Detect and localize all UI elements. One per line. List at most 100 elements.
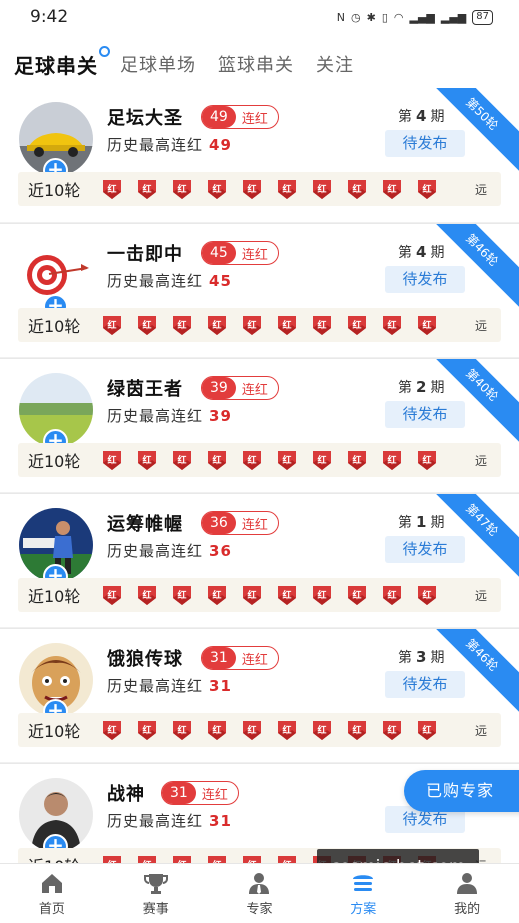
- streak-count: 31: [202, 647, 236, 669]
- expert-icon: [249, 872, 270, 894]
- red-result-badge: 红: [345, 313, 369, 337]
- expert-avatar[interactable]: +: [19, 508, 93, 589]
- nav-home[interactable]: 首页: [0, 864, 104, 923]
- expert-avatar[interactable]: +: [19, 102, 93, 183]
- red-result-badge: 红: [135, 853, 159, 863]
- bluetooth-icon: ✱: [366, 10, 376, 24]
- nav-label: 赛事: [142, 901, 169, 917]
- home-icon: [41, 873, 62, 893]
- expert-card[interactable]: + 运筹帷幄 36 连红 历史最高连红 36 第1期 待发布 第47轮 近10轮 …: [0, 493, 519, 627]
- nav-matches[interactable]: 赛事: [104, 864, 208, 923]
- streak-badge: 31 连红: [201, 646, 279, 670]
- expert-avatar[interactable]: +: [19, 778, 93, 859]
- expert-card[interactable]: + 饿狼传球 31 连红 历史最高连红 31 第3期 待发布 第46轮 近10轮 …: [0, 628, 519, 762]
- recent-results-bar: 近10轮 红红红红红红红红红红 远: [18, 308, 501, 342]
- tab-football-parlay[interactable]: 足球串关: [14, 45, 110, 79]
- red-result-badge: 红: [415, 448, 439, 472]
- expert-name: 绿茵王者: [107, 379, 183, 400]
- bought-experts-button[interactable]: 已购专家: [404, 770, 519, 812]
- red-result-badge: 红: [205, 583, 229, 607]
- red-result-badge: 红: [135, 448, 159, 472]
- period-number: 4: [416, 243, 427, 261]
- red-result-badge: 红: [415, 313, 439, 337]
- recent-badges: 红红红红红红红红红红: [100, 313, 439, 337]
- recent-badges: 红红红红红红红红红红: [100, 448, 439, 472]
- recent-label: 近10轮: [28, 317, 81, 336]
- period-number: 3: [416, 648, 427, 666]
- red-result-badge: 红: [240, 853, 264, 863]
- pending-publish-button[interactable]: 待发布: [385, 536, 465, 563]
- far-label: 远: [474, 723, 487, 738]
- tab-football-single[interactable]: 足球单场: [120, 51, 196, 77]
- history-max-value: 45: [209, 272, 232, 290]
- expert-name: 饿狼传球: [107, 649, 183, 670]
- tab-follow[interactable]: 关注: [316, 51, 354, 77]
- pending-publish-button[interactable]: 待发布: [385, 401, 465, 428]
- tab-basketball-parlay[interactable]: 篮球串关: [218, 51, 294, 77]
- streak-label: 连红: [201, 787, 228, 803]
- far-label: 远: [474, 318, 487, 333]
- red-result-badge: 红: [170, 448, 194, 472]
- streak-badge: 36 连红: [201, 511, 279, 535]
- expert-avatar[interactable]: +: [19, 238, 93, 319]
- tab-indicator-dot: [99, 45, 110, 57]
- signal-icon: ▂▄▆: [440, 10, 467, 24]
- expert-name: 足坛大圣: [107, 108, 183, 129]
- expert-card[interactable]: + 足坛大圣 49 连红 历史最高连红 49 第4期 待发布 第50轮 近10轮 …: [0, 88, 519, 222]
- trophy-icon: [143, 873, 168, 894]
- history-max: 历史最高连红 31: [107, 812, 232, 830]
- recent-label: 近10轮: [28, 587, 81, 606]
- signal-icon: ▂▄▆: [409, 10, 435, 24]
- expert-card[interactable]: + 一击即中 45 连红 历史最高连红 45 第4期 待发布 第46轮 近10轮 …: [0, 223, 519, 357]
- red-result-badge: 红: [415, 583, 439, 607]
- recent-label: 近10轮: [28, 181, 81, 200]
- red-result-badge: 红: [345, 177, 369, 201]
- red-result-badge: 红: [275, 313, 299, 337]
- battery-icon: 87: [472, 9, 493, 25]
- red-result-badge: 红: [170, 583, 194, 607]
- red-result-badge: 红: [205, 853, 229, 863]
- period-info: 第3期: [398, 648, 445, 666]
- history-max-value: 39: [209, 407, 232, 425]
- bottom-nav: 首页 赛事 专家 方案 我的: [0, 863, 519, 923]
- red-result-badge: 红: [380, 177, 404, 201]
- far-label: 远: [474, 182, 487, 197]
- red-result-badge: 红: [275, 853, 299, 863]
- recent-badges: 红红红红红红红红红红: [100, 177, 439, 201]
- expert-name: 一击即中: [107, 244, 183, 265]
- period-number: 1: [416, 513, 427, 531]
- red-result-badge: 红: [380, 448, 404, 472]
- expert-card[interactable]: + 绿茵王者 39 连红 历史最高连红 39 第2期 待发布 第40轮 近10轮 …: [0, 358, 519, 492]
- pending-publish-button[interactable]: 待发布: [385, 671, 465, 698]
- streak-badge: 39 连红: [201, 376, 279, 400]
- plan-icon: [353, 874, 374, 891]
- history-max: 历史最高连红 31: [107, 677, 232, 695]
- history-max-value: 36: [209, 542, 232, 560]
- pending-publish-button[interactable]: 待发布: [385, 130, 465, 157]
- streak-badge: 45 连红: [201, 241, 279, 265]
- expert-list[interactable]: + 足坛大圣 49 连红 历史最高连红 49 第4期 待发布 第50轮 近10轮 …: [0, 88, 519, 863]
- recent-results-bar: 近10轮 红红红红红红红红红红 远: [18, 172, 501, 206]
- red-result-badge: 红: [135, 177, 159, 201]
- top-tabs: 足球串关 足球单场 篮球串关 关注: [14, 44, 354, 84]
- red-result-badge: 红: [100, 718, 124, 742]
- streak-count: 31: [162, 782, 196, 804]
- red-result-badge: 红: [240, 313, 264, 337]
- expert-avatar[interactable]: +: [19, 373, 93, 454]
- recent-label: 近10轮: [28, 452, 81, 471]
- streak-label: 连红: [241, 652, 268, 668]
- nav-profile[interactable]: 我的: [415, 864, 519, 923]
- red-result-badge: 红: [100, 448, 124, 472]
- red-result-badge: 红: [240, 177, 264, 201]
- red-result-badge: 红: [310, 313, 334, 337]
- red-result-badge: 红: [275, 718, 299, 742]
- red-result-badge: 红: [345, 583, 369, 607]
- streak-count: 39: [202, 377, 236, 399]
- period-number: 4: [416, 107, 427, 125]
- streak-badge: 49 连红: [201, 105, 279, 129]
- nav-plans[interactable]: 方案: [311, 864, 415, 923]
- nav-experts[interactable]: 专家: [208, 864, 312, 923]
- expert-avatar[interactable]: +: [19, 643, 93, 724]
- wifi-icon: ◠: [393, 10, 404, 24]
- pending-publish-button[interactable]: 待发布: [385, 266, 465, 293]
